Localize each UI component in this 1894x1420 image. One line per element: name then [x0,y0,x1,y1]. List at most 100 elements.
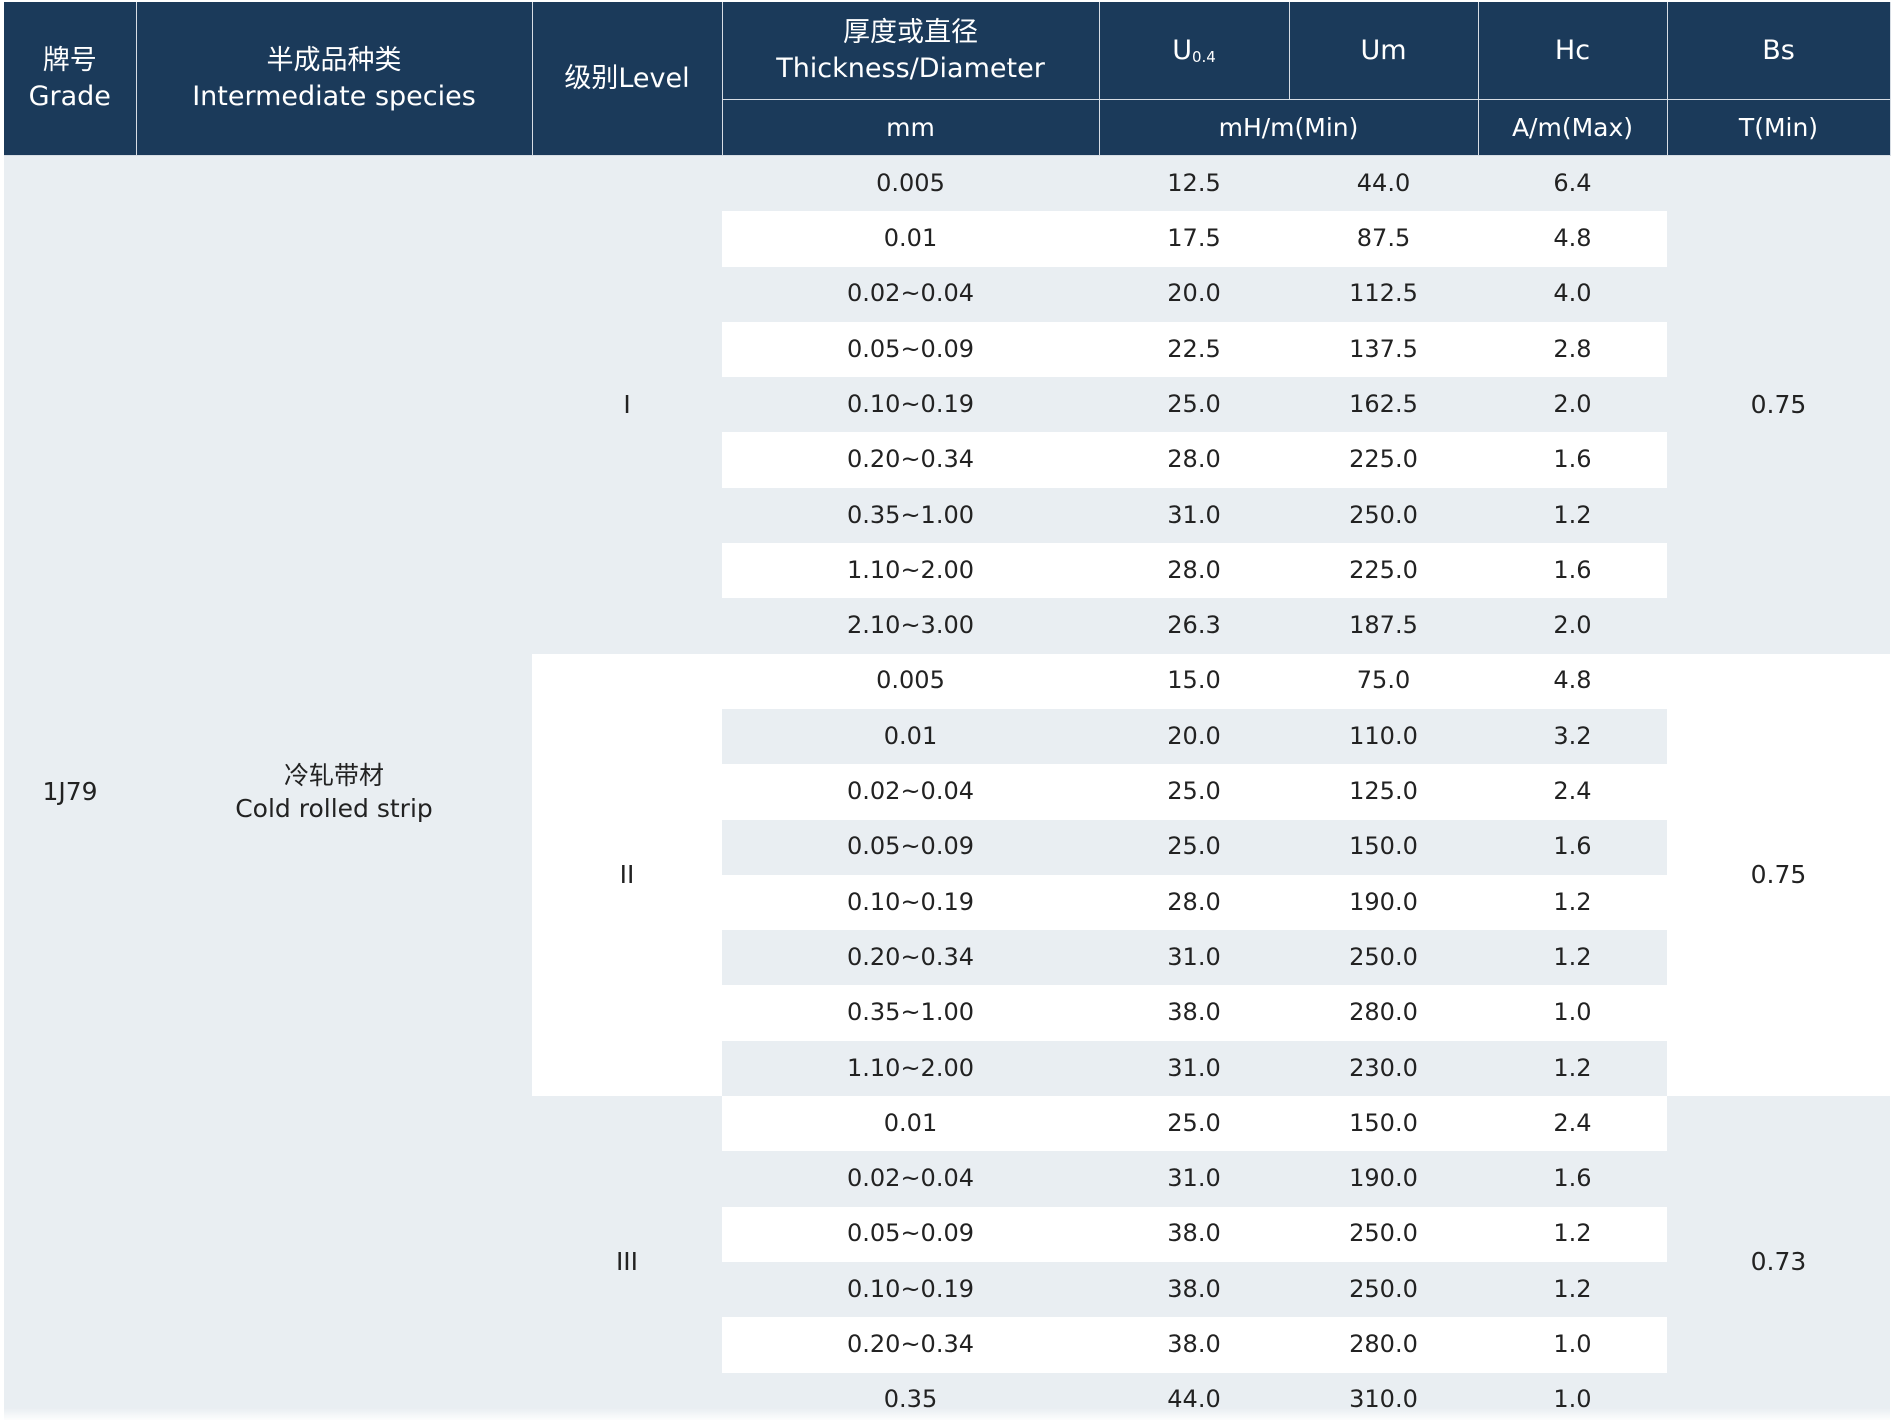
thickness-cell: 0.005 [722,155,1099,212]
hc-cell: 1.6 [1478,543,1667,599]
hc-header: Hc [1478,2,1668,100]
thickness-cell: 2.10~3.00 [722,598,1099,654]
table-row: 1J79 冷轧带材 Cold rolled strip I 0.005 12.5 44.0 6… [4,155,1890,1420]
thickness-cell: 1.10~2.00 [722,1040,1099,1097]
u04-cell: 31.0 [1099,1040,1289,1097]
thickness-cell: 0.35 [722,1372,1099,1420]
bs-header-label: Bs [1762,34,1795,66]
u04-cell: 15.0 [1099,653,1289,709]
u04-header: U0.4 [1099,2,1290,100]
grade-header-zh: 牌号 [42,44,97,76]
u04-cell: 25.0 [1099,1096,1289,1152]
hc-cell: 2.4 [1478,764,1667,820]
permeability-unit-label: mH/m(Min) [1218,113,1359,142]
um-cell: 280.0 [1289,1317,1478,1373]
hc-cell: 1.0 [1478,985,1667,1041]
table-body: 1J79 冷轧带材 Cold rolled strip I 0.005 12.5 44.0 6… [4,155,1890,1420]
um-cell: 187.5 [1289,598,1478,654]
hc-cell: 1.0 [1478,1372,1667,1420]
thickness-cell: 0.02~0.04 [722,1151,1099,1207]
um-cell: 310.0 [1289,1372,1478,1420]
hc-cell: 1.2 [1478,1040,1667,1097]
um-cell: 150.0 [1289,1096,1478,1152]
hc-cell: 1.6 [1478,819,1667,875]
hc-cell: 2.4 [1478,1096,1667,1152]
grade-header-en: Grade [28,80,111,112]
species-header-zh: 半成品种类 [266,44,402,76]
um-header-label: Um [1360,34,1407,66]
species-header: 半成品种类 Intermediate species [136,2,533,156]
um-cell: 250.0 [1289,1261,1478,1318]
thickness-cell: 0.10~0.19 [722,874,1099,931]
u04-cell: 25.0 [1099,764,1289,820]
um-cell: 162.5 [1289,377,1478,433]
um-cell: 225.0 [1289,543,1478,599]
table-header: 牌号 Grade 半成品种类 Intermediate species 级别Le… [4,2,1891,156]
um-cell: 110.0 [1289,708,1478,765]
species-cell: 冷轧带材 Cold rolled strip [136,155,532,1420]
u04-cell: 38.0 [1099,1261,1289,1318]
hc-cell: 1.6 [1478,1151,1667,1207]
level-cell: III [532,1096,722,1420]
um-cell: 280.0 [1289,985,1478,1041]
u04-cell: 38.0 [1099,1206,1289,1262]
hc-unit-label: A/m(Max) [1511,113,1634,142]
thickness-cell: 0.05~0.09 [722,819,1099,875]
thickness-cell: 0.05~0.09 [722,321,1099,378]
u04-cell: 28.0 [1099,543,1289,599]
thickness-cell: 0.10~0.19 [722,377,1099,433]
um-cell: 87.5 [1289,211,1478,267]
bs-unit-label: T(Min) [1738,113,1819,142]
u04-cell: 12.5 [1099,155,1289,212]
u04-cell: 31.0 [1099,1151,1289,1207]
grade-cell: 1J79 [4,155,136,1420]
level-header: 级别Level [532,2,723,156]
hc-cell: 1.6 [1478,432,1667,488]
um-cell: 125.0 [1289,764,1478,820]
thickness-header-zh: 厚度或直径 [843,16,978,48]
u04-cell: 28.0 [1099,432,1289,488]
hc-cell: 1.2 [1478,930,1667,986]
species-header-en: Intermediate species [192,80,476,112]
um-cell: 250.0 [1289,930,1478,986]
u04-cell: 25.0 [1099,377,1289,433]
thickness-cell: 0.01 [722,211,1099,267]
u04-cell: 31.0 [1099,487,1289,544]
thickness-cell: 0.02~0.04 [722,764,1099,820]
u04-cell: 22.5 [1099,321,1289,378]
thickness-header-en: Thickness/Diameter [776,52,1045,84]
level-header-label: 级别Level [564,62,690,94]
thickness-cell: 0.005 [722,653,1099,709]
thickness-cell: 0.02~0.04 [722,266,1099,322]
species-zh: 冷轧带材 [283,760,384,790]
thickness-cell: 0.20~0.34 [722,432,1099,488]
hc-cell: 1.2 [1478,1261,1667,1318]
thickness-cell: 0.05~0.09 [722,1206,1099,1262]
bs-cell: 0.75 [1667,155,1890,654]
thickness-header: 厚度或直径 Thickness/Diameter [722,2,1100,100]
hc-cell: 1.2 [1478,1206,1667,1262]
u04-cell: 26.3 [1099,598,1289,654]
u04-cell: 31.0 [1099,930,1289,986]
header-row: 牌号 Grade 半成品种类 Intermediate species 级别Le… [4,2,1891,156]
bs-cell: 0.73 [1667,1096,1890,1420]
thickness-unit: mm [722,99,1100,156]
thickness-cell: 0.35~1.00 [722,985,1099,1041]
bs-unit: T(Min) [1667,99,1891,156]
permeability-unit: mH/m(Min) [1099,99,1479,156]
hc-cell: 2.0 [1478,377,1667,433]
level-cell: I [532,155,722,654]
bs-cell: 0.75 [1667,653,1890,1097]
um-cell: 137.5 [1289,321,1478,378]
um-cell: 112.5 [1289,266,1478,322]
hc-cell: 4.0 [1478,266,1667,322]
um-cell: 75.0 [1289,653,1478,709]
um-cell: 190.0 [1289,874,1478,931]
u04-cell: 28.0 [1099,874,1289,931]
u04-cell: 38.0 [1099,1317,1289,1373]
um-cell: 250.0 [1289,487,1478,544]
um-cell: 150.0 [1289,819,1478,875]
um-header: Um [1289,2,1479,100]
u04-cell: 25.0 [1099,819,1289,875]
u04-cell: 44.0 [1099,1372,1289,1420]
